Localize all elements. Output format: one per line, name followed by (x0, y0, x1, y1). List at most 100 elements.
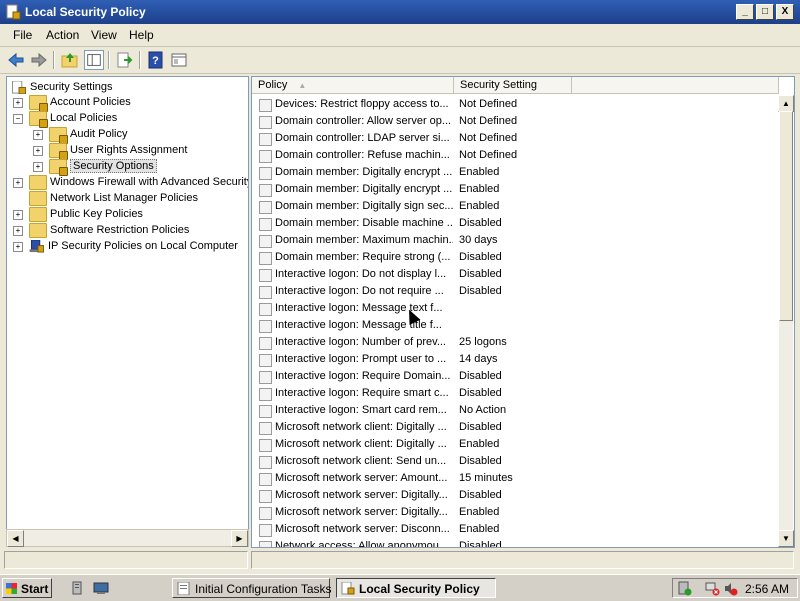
tree-item-audit-policy[interactable]: Audit Policy (49, 126, 127, 144)
tree-item-network-list-manager[interactable]: Network List Manager Policies (29, 190, 198, 206)
policy-row[interactable]: Microsoft network client: Send un... Disa… (252, 453, 778, 470)
policy-row[interactable]: Interactive logon: Require smart c... Dis… (252, 385, 778, 402)
help-icon[interactable]: ? (146, 50, 166, 70)
expand-toggle[interactable]: + (13, 210, 23, 220)
policy-name: Microsoft network client: Digitally ... (275, 438, 447, 450)
tree-item-local-policies[interactable]: Local Policies (29, 110, 117, 128)
expand-toggle[interactable]: + (13, 226, 23, 236)
policy-icon (259, 150, 272, 163)
policy-name: Devices: Restrict floppy access to... (275, 98, 449, 110)
show-hide-tree-icon[interactable] (84, 50, 104, 70)
policy-row[interactable]: Domain member: Digitally sign sec... Enab… (252, 198, 778, 215)
policy-row[interactable]: Domain member: Disable machine ... Disabl… (252, 215, 778, 232)
expand-toggle[interactable]: + (13, 98, 23, 108)
policy-row[interactable]: Domain member: Digitally encrypt ... Enab… (252, 181, 778, 198)
scroll-up-icon[interactable]: ▲ (778, 95, 794, 112)
tree-item-software-restriction[interactable]: Software Restriction Policies (29, 222, 189, 238)
status-bar (0, 549, 800, 571)
tree-root-security-settings[interactable]: Security Settings (11, 79, 113, 95)
scroll-right-icon[interactable]: ▶ (231, 530, 248, 547)
column-header-security-setting[interactable]: Security Setting (454, 77, 572, 94)
menu-action[interactable]: Action (46, 28, 79, 42)
policy-row[interactable]: Network access: Allow anonymou... Disable… (252, 538, 778, 547)
policy-row[interactable]: Microsoft network client: Digitally ... D… (252, 419, 778, 436)
expand-toggle[interactable]: + (13, 178, 23, 188)
show-desktop-icon[interactable] (93, 580, 109, 596)
scroll-left-icon[interactable]: ◀ (7, 530, 24, 547)
policy-row[interactable]: Microsoft network client: Digitally ... E… (252, 436, 778, 453)
maximize-button[interactable]: □ (756, 4, 774, 20)
policy-row[interactable]: Interactive logon: Smart card rem... No A… (252, 402, 778, 419)
list-vertical-scrollbar[interactable]: ▲ ▼ (778, 95, 794, 547)
policy-icon (259, 133, 272, 146)
expand-toggle[interactable]: + (33, 146, 43, 156)
close-button[interactable]: X (776, 4, 794, 20)
network-disconnected-icon[interactable] (705, 581, 720, 596)
server-manager-icon[interactable] (70, 580, 86, 596)
folder-icon (29, 206, 47, 222)
policy-setting: Disabled (459, 285, 502, 297)
policy-row[interactable]: Microsoft network server: Amount... 15 mi… (252, 470, 778, 487)
clock[interactable]: 2:56 AM (745, 582, 789, 596)
toolbar: ? (0, 47, 800, 74)
scrollbar-thumb[interactable] (779, 111, 793, 321)
expand-toggle[interactable]: + (33, 162, 43, 172)
tree-item-user-rights-assignment[interactable]: User Rights Assignment (49, 142, 187, 160)
policy-row[interactable]: Interactive logon: Message text f... (252, 300, 778, 317)
policy-name: Domain member: Digitally sign sec... (275, 200, 453, 212)
start-button[interactable]: Start (2, 578, 52, 598)
minimize-button[interactable]: _ (736, 4, 754, 20)
title-bar[interactable]: Local Security Policy _ □ X (0, 0, 800, 24)
collapse-toggle[interactable]: − (13, 114, 23, 124)
tree-item-public-key-policies[interactable]: Public Key Policies (29, 206, 143, 222)
tree-item-windows-firewall[interactable]: Windows Firewall with Advanced Security (29, 174, 248, 190)
policy-row[interactable]: Domain controller: Allow server op... Not… (252, 113, 778, 130)
security-shield-tray-icon[interactable] (677, 581, 692, 596)
policy-row[interactable]: Interactive logon: Message title f... (252, 317, 778, 334)
window-controls: _ □ X (736, 4, 794, 20)
taskbar: Start Initial Configuration Tasks Local … (0, 574, 800, 601)
tree-item-ip-security-policies[interactable]: IP Security Policies on Local Computer (29, 238, 238, 254)
policy-icon (259, 371, 272, 384)
taskbar-item-initial-configuration[interactable]: Initial Configuration Tasks (172, 578, 332, 598)
taskbar-item-local-security-policy[interactable]: Local Security Policy (336, 578, 496, 598)
export-list-icon[interactable] (115, 50, 135, 70)
menu-help[interactable]: Help (129, 28, 154, 42)
policy-name: Interactive logon: Do not require ... (275, 285, 444, 297)
tree-item-account-policies[interactable]: Account Policies (29, 94, 131, 112)
policy-name: Domain member: Digitally encrypt ... (275, 183, 453, 195)
policy-setting: 25 logons (459, 336, 507, 348)
properties-icon[interactable] (169, 50, 189, 70)
policy-row[interactable]: Devices: Restrict floppy access to... Not… (252, 96, 778, 113)
toolbar-separator (139, 51, 141, 69)
volume-muted-icon[interactable] (723, 581, 738, 596)
scroll-down-icon[interactable]: ▼ (778, 530, 794, 547)
policy-row[interactable]: Interactive logon: Number of prev... 25 l… (252, 334, 778, 351)
menu-view[interactable]: View (91, 28, 117, 42)
policy-row[interactable]: Domain controller: LDAP server si... Not … (252, 130, 778, 147)
policy-name: Interactive logon: Require Domain... (275, 370, 451, 382)
menu-file[interactable]: File (13, 28, 32, 42)
tree-horizontal-scrollbar[interactable]: ◀ ▶ (6, 529, 249, 547)
policy-row[interactable]: Microsoft network server: Digitally... En… (252, 504, 778, 521)
policy-row[interactable]: Domain controller: Refuse machin... Not D… (252, 147, 778, 164)
policy-row[interactable]: Domain member: Digitally encrypt ... Enab… (252, 164, 778, 181)
policy-row[interactable]: Domain member: Require strong (... Disabl… (252, 249, 778, 266)
up-folder-icon[interactable] (60, 50, 80, 70)
policy-row[interactable]: Microsoft network server: Digitally... Di… (252, 487, 778, 504)
column-header-policy[interactable]: Policy ▲ (252, 77, 454, 94)
expand-toggle[interactable]: + (13, 242, 23, 252)
policy-row[interactable]: Interactive logon: Require Domain... Disa… (252, 368, 778, 385)
tree-item-security-options[interactable]: Security Options (49, 158, 157, 176)
configuration-tasks-icon (177, 582, 190, 595)
policy-row[interactable]: Interactive logon: Do not require ... Dis… (252, 283, 778, 300)
policy-row[interactable]: Interactive logon: Prompt user to ... 14 … (252, 351, 778, 368)
expand-toggle[interactable]: + (33, 130, 43, 140)
policy-icon (259, 541, 272, 547)
policy-row[interactable]: Domain member: Maximum machin... 30 days (252, 232, 778, 249)
policy-row[interactable]: Microsoft network server: Disconn... Enab… (252, 521, 778, 538)
forward-arrow-icon[interactable] (29, 50, 49, 70)
back-arrow-icon[interactable] (6, 50, 26, 70)
policy-setting: Disabled (459, 370, 502, 382)
policy-row[interactable]: Interactive logon: Do not display l... Di… (252, 266, 778, 283)
